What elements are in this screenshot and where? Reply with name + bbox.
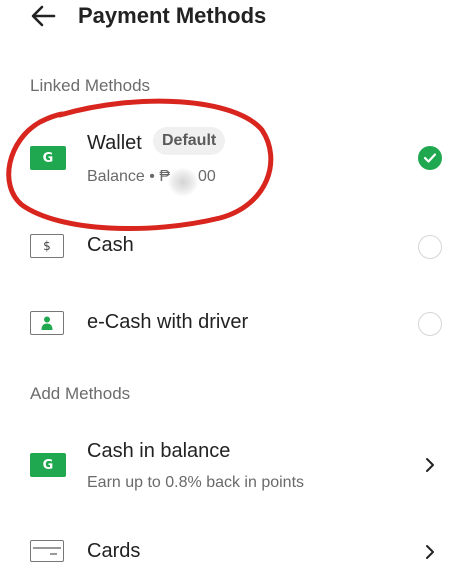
wallet-selected-indicator[interactable] (418, 146, 442, 170)
add-row-cards[interactable]: Cards (0, 520, 474, 568)
cash-radio[interactable] (418, 235, 442, 259)
page-title: Payment Methods (78, 3, 267, 28)
back-button[interactable] (28, 3, 58, 29)
add-row-cash-in[interactable]: G Cash in balance Earn up to 0.8% back i… (0, 428, 474, 508)
payment-row-cash[interactable]: $ Cash (0, 216, 474, 278)
payment-row-ecash-driver[interactable]: e-Cash with driver (0, 292, 474, 354)
checkmark-icon (423, 153, 437, 163)
grab-g-icon: G (30, 146, 66, 170)
default-badge: Default (153, 127, 226, 155)
payment-row-wallet[interactable]: G Wallet Balance • ₱ 00 (0, 120, 474, 204)
chevron-right-icon (426, 545, 434, 559)
wallet-label: Wallet (87, 132, 142, 154)
wallet-balance-prefix: Balance • ₱ (87, 168, 170, 185)
linked-methods-title: Linked Methods (30, 76, 151, 95)
wallet-balance-tail: 00 (197, 168, 216, 185)
card-icon (30, 540, 64, 562)
cash-icon: $ (30, 234, 64, 258)
ecash-driver-icon (30, 311, 64, 335)
cards-label: Cards (87, 540, 141, 562)
card-stripe-icon (33, 547, 61, 555)
grab-g-icon: G (30, 453, 66, 477)
redaction-smudge (168, 168, 198, 196)
chevron-right-icon (426, 458, 434, 472)
cash-in-label: Cash in balance (87, 440, 231, 462)
ecash-driver-label: e-Cash with driver (87, 311, 249, 333)
cash-label: Cash (87, 234, 134, 256)
arrow-left-icon (31, 5, 56, 27)
add-methods-title: Add Methods (30, 384, 131, 403)
app-header: Payment Methods (0, 0, 474, 36)
ecash-driver-radio[interactable] (418, 312, 442, 336)
driver-person-icon (41, 316, 53, 330)
cash-in-sub: Earn up to 0.8% back in points (87, 474, 305, 491)
